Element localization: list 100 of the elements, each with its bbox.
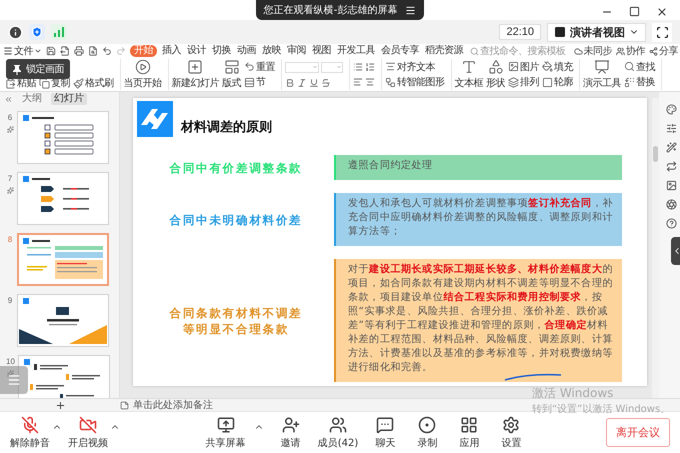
ribbon-button[interactable]: 格式刷	[73, 76, 114, 90]
printer-icon[interactable]	[74, 46, 84, 56]
cloud-icon	[574, 46, 582, 56]
numbered-list-icon[interactable]	[365, 62, 375, 72]
ribbon-tab[interactable]: 切换	[211, 45, 232, 57]
sliders-icon[interactable]	[666, 123, 676, 134]
collapse-panel-icon[interactable]	[4, 94, 13, 104]
toolbar-button[interactable]: 解除静音	[10, 416, 50, 450]
ribbon-tab[interactable]: 会员专享	[380, 45, 420, 57]
ribbon-tab[interactable]: 稻壳资源	[424, 45, 464, 57]
toolbar-button[interactable]: 应用	[454, 416, 484, 450]
scrollbar[interactable]	[652, 98, 659, 398]
tooltip-text: 锁定画面	[26, 62, 64, 76]
animation-icon	[6, 370, 14, 377]
ribbon-button[interactable]: 新建幻灯片	[172, 59, 219, 90]
toolbar-button[interactable]: 共享屏幕	[206, 416, 246, 450]
activation-title: 激活 Windows	[532, 385, 614, 402]
file-menu[interactable]: 文件	[3, 44, 42, 58]
chat-icon	[376, 416, 394, 434]
help-icon[interactable]	[666, 218, 676, 229]
bold-icon[interactable]	[285, 78, 295, 88]
slide-label: 合同中有价差调整条款	[168, 160, 304, 176]
notes-icon	[120, 400, 129, 410]
magic-wand-icon[interactable]	[666, 142, 676, 153]
slide-thumbnail[interactable]	[17, 233, 109, 286]
font-name-field[interactable]	[285, 62, 319, 72]
shield-icon[interactable]	[29, 24, 45, 40]
slide-label: 合同条款有材料不调差等明显不合理条款	[168, 304, 304, 336]
ribbon-button[interactable]: 转智能图形	[385, 75, 444, 90]
toolbar-button[interactable]: 成员(42)	[318, 416, 358, 450]
underline-icon[interactable]	[309, 78, 319, 88]
ribbon-button[interactable]: 当页开始	[124, 59, 162, 90]
toolbar-button[interactable]: 设置	[496, 416, 526, 450]
presentation-icon	[594, 59, 610, 75]
slide-thumbnail[interactable]	[17, 111, 109, 164]
presenter-view-button[interactable]: 演讲者视图	[547, 22, 646, 42]
ribbon-button[interactable]: 节	[244, 75, 275, 90]
shield-icon	[31, 26, 43, 38]
ribbon-button[interactable]: 图片	[508, 60, 539, 74]
ribbon-button[interactable]: 粘贴	[5, 76, 36, 90]
slide-text: 对于建设工期长或实际工期延长较多、材料价差幅度大的项目，如合同条款有建设期内材料不调差等明显不合理的条款，项目建设单位结合工程实际和费用控制要求，按照“实事求是、风险共担、合理分担、涨价补差、跌价减差”等有利于工程建设推进和管理的原则，合理确定材料补差的工程范围、材料品种、风险幅度、调差原则、计算方法、计费基准以及基准的参考标准等，并对税费缴纳等进行细化和完善。	[348, 264, 614, 373]
palette-icon[interactable]	[666, 104, 676, 115]
ribbon-tab[interactable]: 开发工具	[336, 45, 376, 57]
ribbon-button[interactable]: 演示工具	[583, 59, 621, 90]
maximize-icon[interactable]	[629, 6, 640, 17]
settings-icon	[502, 416, 520, 434]
leave-meeting-button[interactable]: 离开会议	[606, 418, 670, 447]
slide-thumbnail[interactable]	[17, 294, 109, 347]
header-action-button[interactable]: 协作	[616, 44, 645, 58]
ribbon-button[interactable]: 排列	[508, 75, 539, 90]
toolbar-button[interactable]: 录制	[412, 416, 442, 450]
strikethrough-icon[interactable]	[321, 78, 331, 88]
align-center-icon[interactable]	[365, 77, 375, 88]
ribbon-tab[interactable]: 插入	[161, 45, 182, 57]
header-action-button[interactable]: 未同步	[574, 44, 612, 58]
ribbon-tab[interactable]: 放映	[261, 45, 282, 57]
toolbar-button[interactable]: 邀请	[276, 416, 306, 450]
export-icon[interactable]	[60, 46, 70, 56]
preview-icon[interactable]	[88, 46, 98, 56]
fullscreen-button[interactable]	[652, 22, 672, 42]
ribbon-button[interactable]: 重置	[244, 60, 275, 74]
slide-thumbnail[interactable]	[17, 172, 109, 225]
panel-tab[interactable]: 幻灯片	[51, 93, 87, 105]
ribbon-tab[interactable]: 视图	[311, 45, 332, 57]
ribbon-button[interactable]: 文本框	[454, 59, 483, 90]
ribbon-button[interactable]: 替换	[624, 75, 655, 90]
ribbon-button[interactable]: 复制	[39, 76, 70, 90]
replace-icon	[624, 76, 635, 88]
header-action-button[interactable]: 分享	[649, 44, 678, 58]
expand-sidebar-button[interactable]	[671, 237, 680, 265]
panel-tab[interactable]: 大纲	[19, 93, 45, 105]
italic-icon[interactable]	[297, 78, 307, 88]
ribbon-tab[interactable]: 设计	[186, 45, 207, 57]
slide-thumbnail[interactable]	[18, 355, 110, 398]
toolbar-button[interactable]: 开启视频	[68, 416, 108, 450]
ribbon-button[interactable]: 查找	[624, 60, 655, 74]
slide-number: 9	[8, 296, 12, 305]
ribbon-button[interactable]: 版式	[222, 59, 241, 90]
ribbon-button[interactable]: 形状	[486, 59, 505, 90]
font-size-field[interactable]	[321, 62, 343, 72]
align-left-icon[interactable]	[353, 77, 363, 88]
apps-icon	[460, 416, 478, 434]
ribbon-tab[interactable]: 动画	[236, 45, 257, 57]
notes-placeholder[interactable]: 单击此处添加备注	[133, 398, 213, 412]
image-icon[interactable]	[666, 180, 676, 191]
ribbon-button[interactable]: 填充	[542, 60, 573, 74]
aperture-icon[interactable]	[666, 199, 676, 210]
save-icon[interactable]	[46, 46, 56, 56]
lock-screen-tooltip[interactable]: 锁定画面	[6, 59, 70, 79]
menu-icon[interactable]	[405, 4, 416, 16]
repeat-icon[interactable]	[666, 161, 676, 172]
close-icon[interactable]	[656, 6, 668, 18]
ribbon-button[interactable]: 轮廓	[542, 75, 573, 90]
ribbon-button[interactable]: 对齐文本	[385, 60, 444, 74]
info-icon[interactable]	[8, 24, 23, 40]
bullet-list-icon[interactable]	[353, 62, 363, 72]
undo-icon[interactable]	[102, 46, 112, 56]
ribbon-tab[interactable]: 审阅	[286, 45, 307, 57]
toolbar-button[interactable]: 聊天	[370, 416, 400, 450]
slide-text: 遵照合同约定处理	[348, 160, 433, 171]
